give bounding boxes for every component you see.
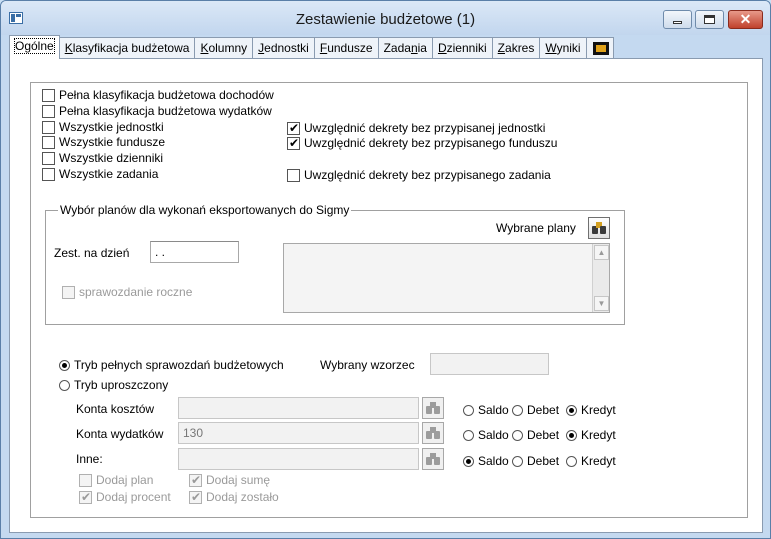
tab-zakres[interactable]: Zakres [491,37,541,59]
radio-dot[interactable] [566,429,577,441]
cost-saldo-radio[interactable]: Saldo [463,403,509,417]
tab-fundusze[interactable]: Fundusze [313,37,379,59]
checkbox[interactable] [287,135,300,151]
other-saldo-radio[interactable]: Saldo [463,454,509,468]
radio-dot[interactable] [463,455,474,467]
expense-kredyt-radio[interactable]: Kredyt [566,428,616,442]
checkbox[interactable] [79,473,92,487]
maximize-button[interactable] [695,10,724,29]
selected-plans-button[interactable] [588,217,610,239]
plans-list-scrollbar[interactable]: ▲ ▼ [592,244,609,312]
close-button[interactable]: ✕ [728,10,763,29]
check-full-income-classification[interactable]: Pełna klasyfikacja budżetowa dochodów [42,88,274,102]
date-input[interactable]: . . [150,241,239,263]
other-accounts-pick-button[interactable] [422,448,444,470]
checkbox[interactable] [42,104,55,118]
checkbox[interactable] [42,151,55,165]
tab-zadania[interactable]: Zadania [377,37,433,59]
cost-accounts-input[interactable] [178,397,419,419]
radio-full-mode[interactable]: Tryb pełnych sprawozdań budżetowych [59,358,284,372]
checkbox[interactable] [287,120,300,136]
check-decrees-no-unit[interactable]: Uwzględnić dekrety bez przypisanej jedno… [287,120,545,136]
check-all-tasks[interactable]: Wszystkie zadania [42,167,158,181]
other-kredyt-radio[interactable]: Kredyt [566,454,616,468]
close-icon: ✕ [739,11,752,27]
film-icon [592,42,609,55]
binoculars-icon [426,427,440,439]
check-full-expense-classification[interactable]: Pełna klasyfikacja budżetowa wydatków [42,104,272,118]
selected-plans-label: Wybrane plany [496,221,576,235]
other-accounts-label: Inne: [76,452,103,466]
selected-plans-list[interactable]: ▲ ▼ [283,243,610,313]
check-add-sum[interactable]: Dodaj sumę [189,472,270,488]
minimize-button[interactable] [663,10,692,29]
radio-dot[interactable] [463,404,474,416]
tab-film[interactable] [585,37,614,59]
check-add-percent[interactable]: Dodaj procent [79,489,171,505]
radio-dot[interactable] [512,404,523,416]
cost-kredyt-radio[interactable]: Kredyt [566,403,616,417]
window: Zestawienie budżetowe (1) ✕ Ogólne Klasy… [0,0,771,539]
checkbox[interactable] [62,285,75,299]
check-annual-report[interactable]: sprawozdanie roczne [62,285,192,299]
checkbox[interactable] [42,88,55,102]
radio-dot[interactable] [566,455,577,467]
expense-accounts-input[interactable]: 130 [178,422,419,444]
scroll-up-icon[interactable]: ▲ [594,245,609,260]
checkbox[interactable] [287,168,300,182]
other-accounts-input[interactable] [178,448,419,470]
cost-debet-radio[interactable]: Debet [512,403,559,417]
check-all-journals[interactable]: Wszystkie dzienniki [42,151,163,165]
checkbox[interactable] [42,167,55,181]
cost-accounts-label: Konta kosztów [76,402,155,416]
checkbox[interactable] [42,135,55,149]
minimize-icon [673,21,682,24]
expense-accounts-label: Konta wydatków [76,427,164,441]
check-all-funds[interactable]: Wszystkie fundusze [42,135,165,149]
radio-dot[interactable] [512,429,523,441]
check-add-rest[interactable]: Dodaj zostało [189,489,279,505]
binoculars-icon [426,402,440,414]
tab-ogolne[interactable]: Ogólne [9,35,60,59]
scroll-down-icon[interactable]: ▼ [594,296,609,311]
radio-dot[interactable] [512,455,523,467]
maximize-icon [704,15,715,24]
other-debet-radio[interactable]: Debet [512,454,559,468]
template-label: Wybrany wzorzec [320,358,415,372]
checkbox[interactable] [189,472,202,488]
tab-kolumny[interactable]: Kolumny [194,37,254,59]
expense-debet-radio[interactable]: Debet [512,428,559,442]
checkbox[interactable] [42,120,55,134]
sigma-plans-legend: Wybór planów dla wykonań eksportowanych … [58,203,352,217]
radio-dot[interactable] [463,429,474,441]
date-label: Zest. na dzień [54,246,130,260]
tab-wyniki[interactable]: Wyniki [539,37,587,59]
tab-panel-ogolne: Pełna klasyfikacja budżetowa dochodów Pe… [9,58,763,533]
check-all-units[interactable]: Wszystkie jednostki [42,120,164,134]
check-add-plan[interactable]: Dodaj plan [79,473,153,487]
checkbox[interactable] [189,489,202,505]
tab-dzienniki[interactable]: Dzienniki [431,37,493,59]
tab-bar: Ogólne Klasyfikacja budżetowa Kolumny Je… [9,35,614,59]
check-decrees-no-fund[interactable]: Uwzględnić dekrety bez przypisanego fund… [287,135,557,151]
window-title: Zestawienie budżetowe (1) [295,11,476,28]
title-bar[interactable]: Zestawienie budżetowe (1) ✕ [1,1,770,35]
binoculars-icon [592,222,606,234]
radio-dot[interactable] [566,404,577,416]
expense-saldo-radio[interactable]: Saldo [463,428,509,442]
radio-dot[interactable] [59,359,70,371]
template-input[interactable] [430,353,549,375]
check-decrees-no-task[interactable]: Uwzględnić dekrety bez przypisanego zada… [287,168,551,182]
tab-klasyfikacja[interactable]: Klasyfikacja budżetowa [58,37,196,59]
expense-accounts-pick-button[interactable] [422,422,444,444]
radio-simple-mode[interactable]: Tryb uproszczony [59,378,168,392]
binoculars-icon [426,453,440,465]
tab-jednostki[interactable]: Jednostki [252,37,315,59]
cost-accounts-pick-button[interactable] [422,397,444,419]
checkbox[interactable] [79,489,92,505]
radio-dot[interactable] [59,379,70,391]
